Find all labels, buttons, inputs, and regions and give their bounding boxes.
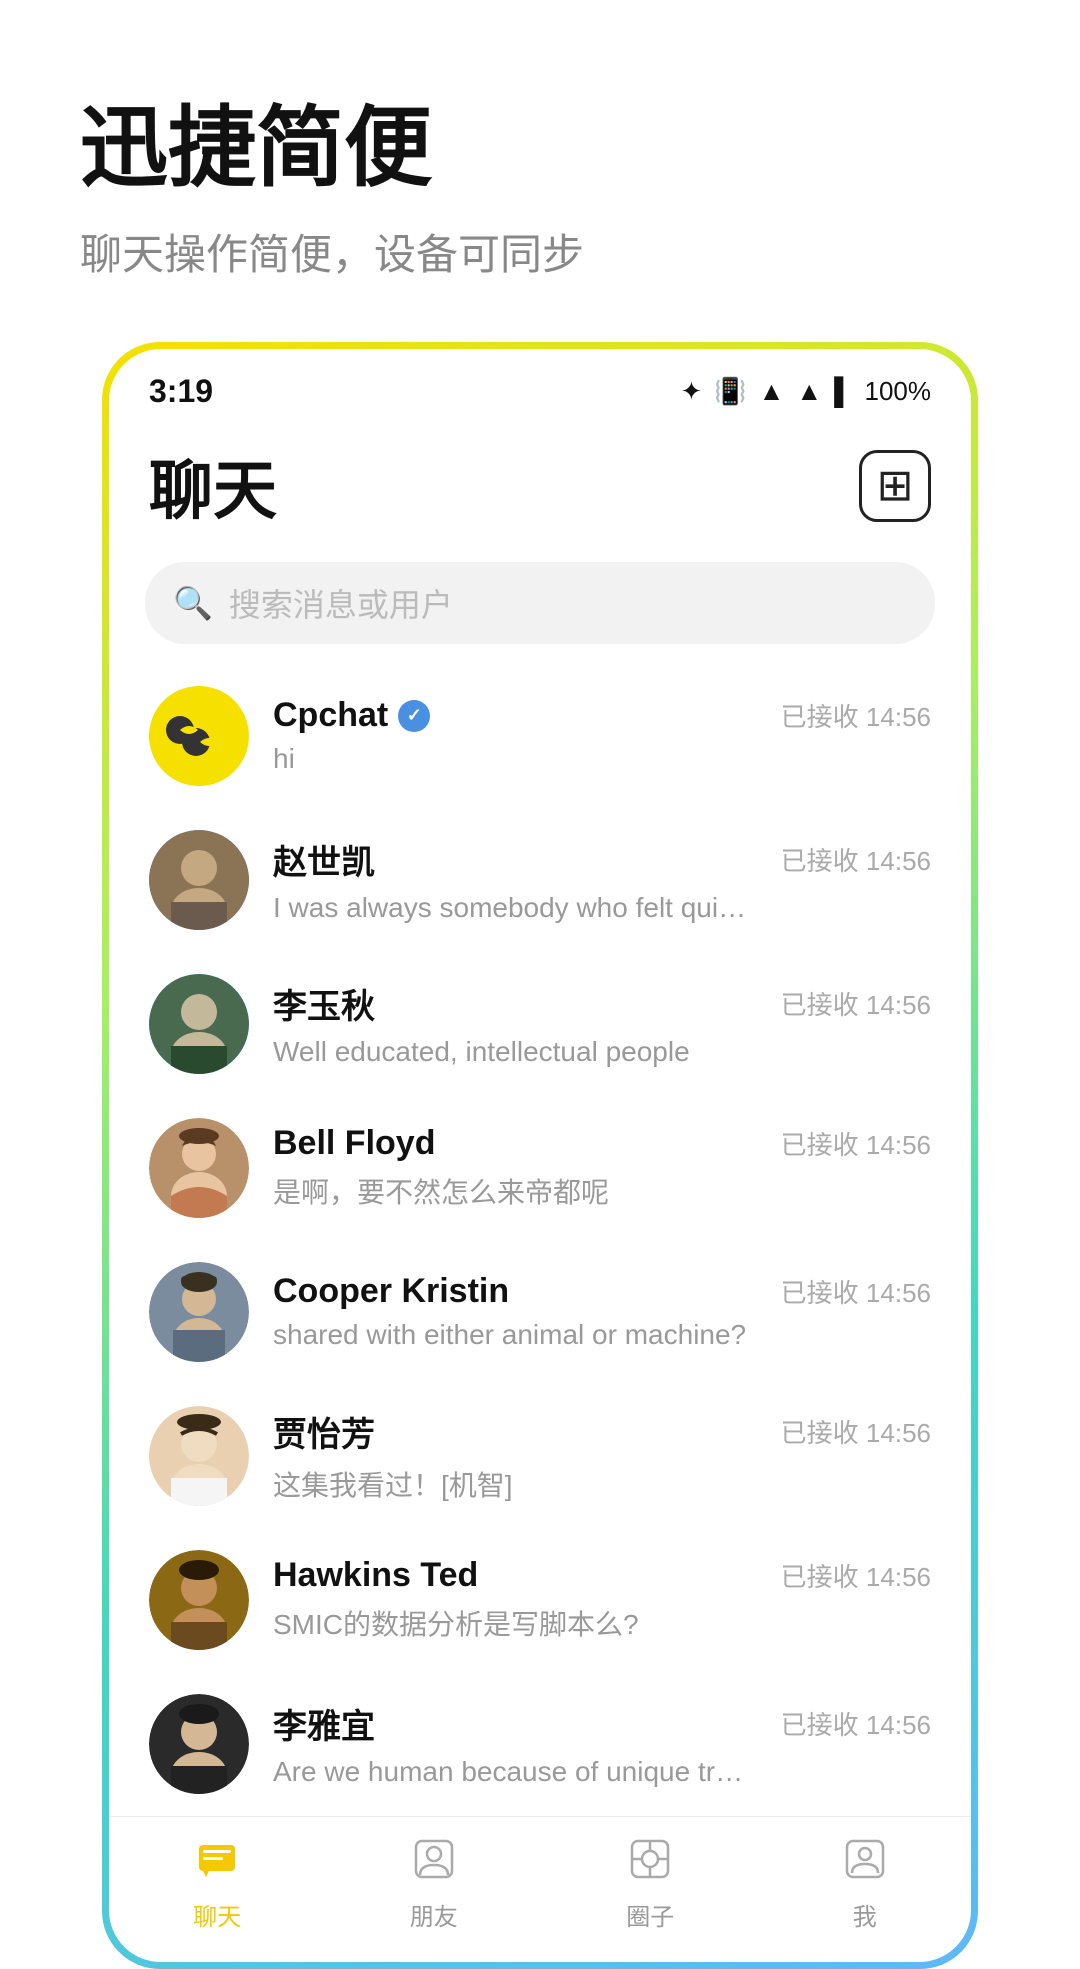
chat-time-zhao: 已接收 14:56 (781, 841, 931, 878)
chat-item-li-yaya[interactable]: 李雅宜 已接收 14:56 Are we human because of un… (109, 1672, 971, 1816)
plus-icon: ⊞ (877, 460, 914, 511)
nav-label-chat: 聊天 (193, 1897, 241, 1932)
chat-preview-cooper: shared with either animal or machine? (273, 1319, 753, 1351)
chat-time-cooper: 已接收 14:56 (781, 1273, 931, 1310)
chat-content-hawkins: Hawkins Ted 已接收 14:56 SMIC的数据分析是写脚本么? (273, 1556, 931, 1643)
page-header: 迅捷简便 聊天操作简便，设备可同步 (0, 0, 1080, 342)
avatar-jia (149, 1406, 249, 1506)
chat-name-hawkins: Hawkins Ted (273, 1556, 478, 1595)
chat-name-cooper: Cooper Kristin (273, 1272, 509, 1311)
chat-content-li-yuqiu: 李玉秋 已接收 14:56 Well educated, intellectua… (273, 979, 931, 1068)
chat-content-jia: 贾怡芳 已接收 14:56 这集我看过！[机智] (273, 1407, 931, 1504)
chat-name-row-zhao: 赵世凯 已接收 14:56 (273, 835, 931, 884)
chat-name-row: Cpchat ✓ 已接收 14:56 (273, 696, 931, 735)
circle-nav-icon (628, 1837, 672, 1891)
vibrate-icon: 📳 (714, 376, 746, 407)
chat-name-row-jia: 贾怡芳 已接收 14:56 (273, 1407, 931, 1456)
avatar-cpchat (149, 686, 249, 786)
bluetooth-icon: ✦ (680, 376, 702, 407)
status-time: 3:19 (149, 373, 213, 410)
chat-time-bell: 已接收 14:56 (781, 1125, 931, 1162)
chat-name-jia: 贾怡芳 (273, 1407, 375, 1456)
chat-preview-zhao: I was always somebody who felt quite ... (273, 892, 753, 924)
avatar-li-yaya (149, 1694, 249, 1794)
chat-content-zhao: 赵世凯 已接收 14:56 I was always somebody who … (273, 835, 931, 924)
chat-list: Cpchat ✓ 已接收 14:56 hi (109, 664, 971, 1816)
chat-name-row-li: 李玉秋 已接收 14:56 (273, 979, 931, 1028)
verified-badge: ✓ (398, 700, 430, 732)
chat-preview-hawkins: SMIC的数据分析是写脚本么? (273, 1603, 753, 1643)
avatar-hawkins (149, 1550, 249, 1650)
chat-time-cpchat: 已接收 14:56 (781, 697, 931, 734)
chat-content-bell: Bell Floyd 已接收 14:56 是啊，要不然怎么来帝都呢 (273, 1124, 931, 1211)
chat-content-li-yaya: 李雅宜 已接收 14:56 Are we human because of un… (273, 1699, 931, 1788)
chat-time-hawkins: 已接收 14:56 (781, 1557, 931, 1594)
chat-preview-cpchat: hi (273, 743, 753, 775)
chat-name-zhao: 赵世凯 (273, 835, 375, 884)
nav-item-friends[interactable]: 朋友 (410, 1837, 458, 1932)
chat-item-hawkins[interactable]: Hawkins Ted 已接收 14:56 SMIC的数据分析是写脚本么? (109, 1528, 971, 1672)
battery-pct: 100% (865, 376, 932, 407)
signal-icon: ▲ (796, 376, 822, 407)
phone-frame: 3:19 ✦ 📳 ▲ ▲ ▌ 100% 聊天 ⊞ 🔍 搜索消息或用户 (102, 342, 978, 1969)
chat-name-cpchat: Cpchat ✓ (273, 696, 430, 735)
chat-preview-bell: 是啊，要不然怎么来帝都呢 (273, 1171, 753, 1211)
chat-name-li-yuqiu: 李玉秋 (273, 979, 375, 1028)
chat-item-cooper[interactable]: Cooper Kristin 已接收 14:56 shared with eit… (109, 1240, 971, 1384)
search-bar[interactable]: 🔍 搜索消息或用户 (145, 562, 935, 644)
chat-nav-icon (195, 1837, 239, 1891)
bottom-nav: 聊天 朋友 (109, 1816, 971, 1962)
chat-item-li-yuqiu[interactable]: 李玉秋 已接收 14:56 Well educated, intellectua… (109, 952, 971, 1096)
nav-label-friends: 朋友 (410, 1897, 458, 1932)
battery-icon: ▌ (834, 376, 852, 407)
nav-item-circle[interactable]: 圈子 (626, 1837, 674, 1932)
search-icon: 🔍 (173, 584, 213, 622)
chat-name-row-cooper: Cooper Kristin 已接收 14:56 (273, 1272, 931, 1311)
avatar-zhao (149, 830, 249, 930)
chat-preview-li-yaya: Are we human because of unique traits an… (273, 1756, 753, 1788)
chat-header: 聊天 ⊞ (109, 420, 971, 552)
chat-name-bell: Bell Floyd (273, 1124, 435, 1163)
friends-nav-icon (412, 1837, 456, 1891)
add-chat-button[interactable]: ⊞ (859, 450, 931, 522)
chat-name-row-hawkins: Hawkins Ted 已接收 14:56 (273, 1556, 931, 1595)
chat-content-cooper: Cooper Kristin 已接收 14:56 shared with eit… (273, 1272, 931, 1351)
chat-preview-li: Well educated, intellectual people (273, 1036, 753, 1068)
status-icons: ✦ 📳 ▲ ▲ ▌ 100% (680, 376, 931, 407)
chat-name-row-bell: Bell Floyd 已接收 14:56 (273, 1124, 931, 1163)
avatar-cooper (149, 1262, 249, 1362)
chat-time-jia: 已接收 14:56 (781, 1413, 931, 1450)
wifi-icon: ▲ (759, 376, 785, 407)
phone-inner: 3:19 ✦ 📳 ▲ ▲ ▌ 100% 聊天 ⊞ 🔍 搜索消息或用户 (109, 349, 971, 1962)
chat-item-zhao[interactable]: 赵世凯 已接收 14:56 I was always somebody who … (109, 808, 971, 952)
chat-time-li-yaya: 已接收 14:56 (781, 1705, 931, 1742)
chat-name-li-yaya: 李雅宜 (273, 1699, 375, 1748)
nav-label-circle: 圈子 (626, 1897, 674, 1932)
chat-screen-title: 聊天 (149, 440, 277, 532)
chat-time-li: 已接收 14:56 (781, 985, 931, 1022)
page-title: 迅捷简便 (80, 100, 1000, 197)
me-nav-icon (843, 1837, 887, 1891)
chat-item-jia[interactable]: 贾怡芳 已接收 14:56 这集我看过！[机智] (109, 1384, 971, 1528)
avatar-li-yuqiu (149, 974, 249, 1074)
avatar-bell (149, 1118, 249, 1218)
nav-item-me[interactable]: 我 (843, 1837, 887, 1932)
status-bar: 3:19 ✦ 📳 ▲ ▲ ▌ 100% (109, 349, 971, 420)
chat-content-cpchat: Cpchat ✓ 已接收 14:56 hi (273, 696, 931, 775)
nav-item-chat[interactable]: 聊天 (193, 1837, 241, 1932)
page-subtitle: 聊天操作简便，设备可同步 (80, 221, 1000, 282)
nav-label-me: 我 (853, 1897, 877, 1932)
chat-item-cpchat[interactable]: Cpchat ✓ 已接收 14:56 hi (109, 664, 971, 808)
chat-item-bell[interactable]: Bell Floyd 已接收 14:56 是啊，要不然怎么来帝都呢 (109, 1096, 971, 1240)
search-input[interactable]: 搜索消息或用户 (229, 580, 907, 626)
chat-name-row-li-yaya: 李雅宜 已接收 14:56 (273, 1699, 931, 1748)
chat-preview-jia: 这集我看过！[机智] (273, 1464, 753, 1504)
